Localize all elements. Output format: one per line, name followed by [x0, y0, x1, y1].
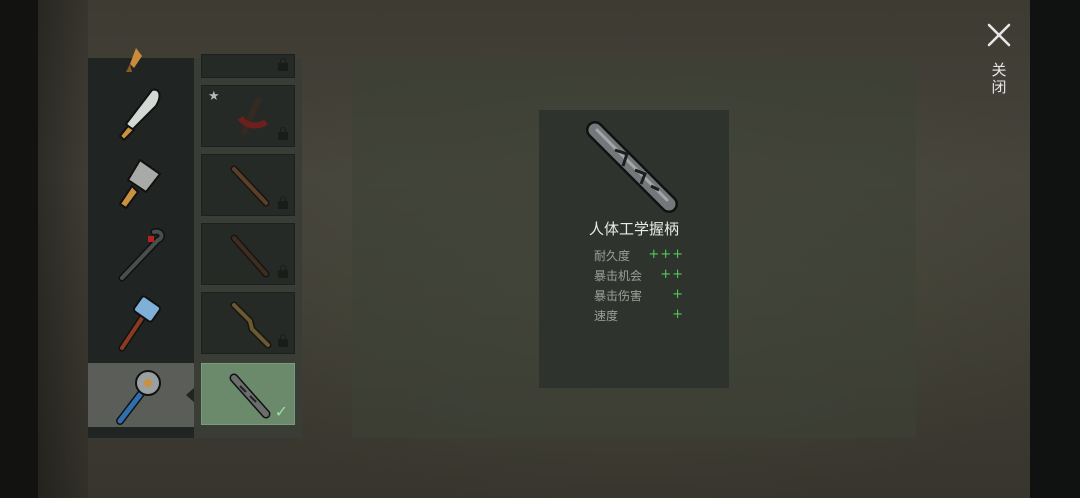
- lock-icon: [278, 265, 288, 278]
- stat-label: 暴击伤害: [594, 289, 643, 303]
- dark-wooden-handle-icon: [230, 234, 270, 278]
- lock-icon: [278, 196, 288, 209]
- hammer-icon: [118, 295, 161, 352]
- ergonomic-grip-icon: [229, 373, 271, 419]
- branch-handle-icon: [230, 301, 272, 349]
- handle-slot-partial[interactable]: [201, 54, 295, 78]
- weapon-slot-saw-club[interactable]: [88, 363, 195, 427]
- handle-slot-dark-wooden[interactable]: [201, 223, 295, 285]
- stat-label: 耐久度: [594, 249, 631, 263]
- stat-row-durability: 耐久度 +++: [594, 247, 704, 265]
- handle-list: ★ ✓: [194, 54, 302, 438]
- weapon-slot-machete[interactable]: [88, 82, 194, 146]
- saw-club-icon: [116, 370, 161, 425]
- stat-row-speed: 速度 +: [594, 307, 704, 325]
- handle-slot-ergonomic-grip[interactable]: ✓: [201, 363, 295, 425]
- lock-icon: [278, 58, 288, 71]
- weapon-slot-sledgehammer[interactable]: [88, 292, 194, 356]
- wooden-handle-icon: [230, 165, 270, 207]
- stat-row-crit-damage: 暴击伤害 +: [594, 287, 704, 305]
- machete-icon: [118, 88, 161, 142]
- item-detail-card: 人体工学握柄 耐久度 +++ 暴击机会 ++ 暴击伤害 + 速度 +: [539, 110, 729, 388]
- crowbar-icon: [118, 228, 165, 282]
- stat-value: ++: [660, 267, 684, 282]
- close-icon: [987, 23, 1011, 47]
- equipped-check-icon: ✓: [274, 402, 288, 421]
- lock-icon: [278, 127, 288, 140]
- stat-label: 速度: [594, 309, 619, 323]
- stat-label: 暴击机会: [594, 269, 643, 283]
- weapon-list: [88, 48, 195, 438]
- close-button[interactable]: [986, 22, 1012, 48]
- screen-edge-right: [1030, 0, 1080, 498]
- handle-slot-red-wrapped[interactable]: ★: [201, 85, 295, 147]
- star-icon: ★: [208, 89, 220, 104]
- background-shadow: [38, 0, 88, 498]
- red-wrapped-handle-icon: [237, 97, 268, 135]
- ergonomic-grip-icon: [586, 121, 678, 213]
- lock-icon: [278, 334, 288, 347]
- close-label[interactable]: 关闭: [990, 62, 1008, 96]
- weapon-slot-cleaver[interactable]: [88, 152, 194, 216]
- stat-value: +++: [648, 247, 684, 262]
- weapon-slot-partial[interactable]: [88, 44, 194, 74]
- handle-slot-wooden[interactable]: [201, 154, 295, 216]
- partial-weapon-icon: [126, 48, 142, 72]
- weapon-slot-crowbar[interactable]: [88, 222, 194, 286]
- screen-edge-left: [0, 0, 38, 498]
- stat-value: +: [672, 287, 684, 302]
- stat-row-crit-chance: 暴击机会 ++: [594, 267, 704, 285]
- stat-value: +: [672, 307, 684, 322]
- item-name: 人体工学握柄: [588, 220, 679, 238]
- cleaver-icon: [118, 158, 162, 210]
- handle-slot-branch[interactable]: [201, 292, 295, 354]
